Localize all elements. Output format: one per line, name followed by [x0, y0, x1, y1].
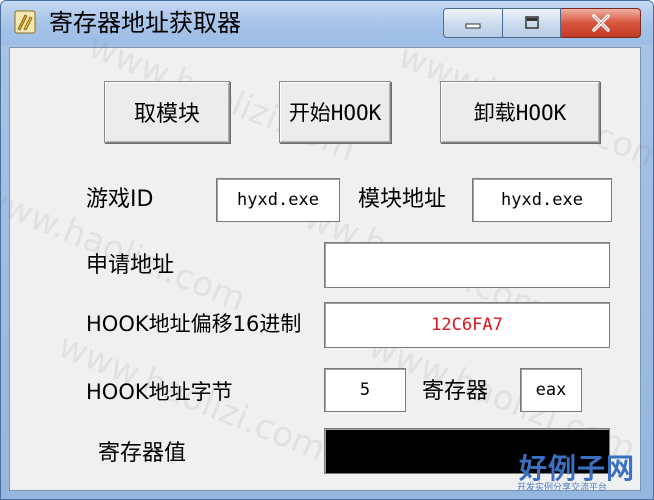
- client-area: www.haolizi.com www.haolizi.com www.haol…: [1, 26, 653, 491]
- unload-hook-button[interactable]: 卸载HOOK: [440, 81, 600, 143]
- hook-offset-field[interactable]: 12C6FA7: [324, 302, 610, 348]
- app-window: 寄存器地址获取器 www.haolizi.com www.haolizi.com…: [0, 0, 654, 500]
- site-logo: 好例子网 开发实例分享交流平台: [513, 447, 634, 493]
- start-hook-button[interactable]: 开始HOOK: [279, 81, 391, 143]
- close-button[interactable]: [561, 8, 641, 38]
- minimize-icon: [465, 23, 481, 29]
- apply-address-field[interactable]: [324, 242, 610, 288]
- close-icon: [591, 14, 610, 32]
- title-bar[interactable]: 寄存器地址获取器: [1, 1, 653, 45]
- apply-address-label: 申请地址: [86, 253, 175, 278]
- game-id-field[interactable]: hyxd.exe: [216, 178, 340, 222]
- hook-bytes-field[interactable]: 5: [324, 368, 406, 412]
- module-address-label: 模块地址: [358, 187, 447, 212]
- maximize-button[interactable]: [503, 8, 561, 38]
- register-label: 寄存器: [422, 379, 489, 404]
- module-address-field[interactable]: hyxd.exe: [472, 178, 612, 222]
- maximize-icon: [524, 16, 539, 29]
- register-value-label: 寄存器值: [98, 441, 187, 466]
- game-id-label: 游戏ID: [86, 187, 154, 212]
- window-title: 寄存器地址获取器: [49, 9, 241, 37]
- hook-offset-label: HOOK地址偏移16进制: [86, 312, 302, 336]
- register-field[interactable]: eax: [520, 368, 582, 412]
- get-module-button[interactable]: 取模块: [104, 81, 230, 143]
- logo-subtext: 开发实例分享交流平台: [517, 483, 608, 493]
- hook-bytes-label: HOOK地址字节: [86, 380, 233, 404]
- app-icon: [14, 10, 36, 34]
- minimize-button[interactable]: [443, 8, 503, 38]
